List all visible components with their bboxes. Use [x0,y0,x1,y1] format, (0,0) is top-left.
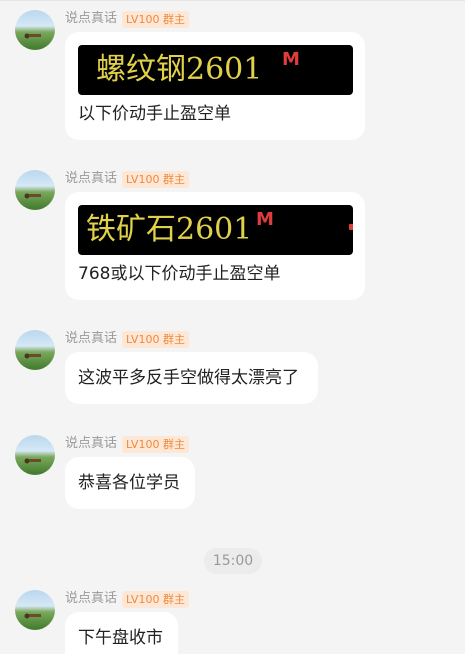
ticker-image[interactable]: 铁矿石2601 M [78,205,353,255]
message-text: 恭喜各位学员 [78,473,180,493]
avatar[interactable] [15,330,55,370]
message-header: 说点真话 LV100 群主 [65,9,189,29]
message-bubble[interactable]: 铁矿石2601 M 768或以下价动手止盈空单 [65,192,365,300]
avatar[interactable] [15,10,55,50]
avatar[interactable] [15,590,55,630]
message-header: 说点真话 LV100 群主 [65,329,189,349]
message-bubble[interactable]: 螺纹钢2601 M 以下价动手止盈空单 [65,32,365,140]
time-separator: 15:00 [204,548,262,574]
message-bubble[interactable]: 恭喜各位学员 [65,457,195,509]
message-header: 说点真话 LV100 群主 [65,434,189,454]
owner-badge: LV100 群主 [122,590,189,608]
ticker-flag: M [282,49,300,70]
sender-name: 说点真话 [65,331,118,346]
ticker-marker [349,224,353,230]
message-text: 768或以下价动手止盈空单 [78,264,281,284]
owner-badge: LV100 群主 [122,435,189,453]
message-text: 这波平多反手空做得太漂亮了 [78,368,299,388]
sender-name: 说点真话 [65,436,118,451]
message-bubble[interactable]: 这波平多反手空做得太漂亮了 [65,352,318,404]
sender-name: 说点真话 [65,11,118,26]
avatar[interactable] [15,170,55,210]
ticker-name: 螺纹钢2601 [96,52,263,87]
message-text: 以下价动手止盈空单 [78,104,231,124]
message-text: 下午盘收市 [78,628,163,648]
message-header: 说点真话 LV100 群主 [65,589,189,609]
ticker-image[interactable]: 螺纹钢2601 M [78,45,353,95]
ticker-flag: M [256,209,274,230]
ticker-name: 铁矿石2601 [86,212,253,247]
sender-name: 说点真话 [65,171,118,186]
owner-badge: LV100 群主 [122,170,189,188]
message-bubble[interactable]: 下午盘收市 [65,612,178,654]
sender-name: 说点真话 [65,591,118,606]
owner-badge: LV100 群主 [122,330,189,348]
message-header: 说点真话 LV100 群主 [65,169,189,189]
top-divider [0,0,465,1]
avatar[interactable] [15,435,55,475]
owner-badge: LV100 群主 [122,10,189,28]
